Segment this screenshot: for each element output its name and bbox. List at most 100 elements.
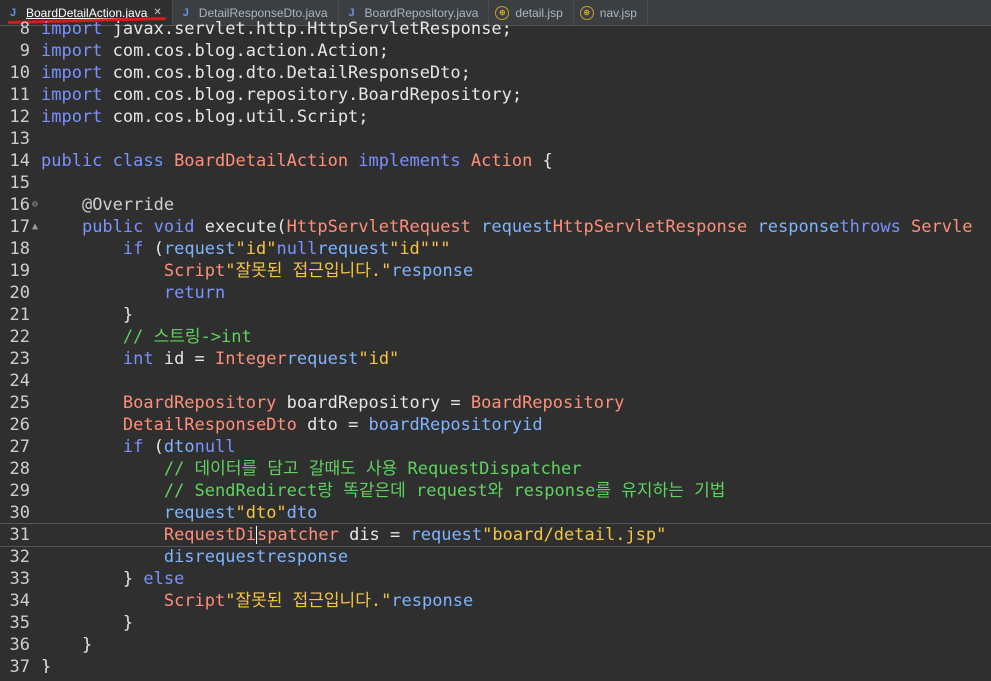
code-token: Script <box>163 261 226 281</box>
code-line[interactable]: 31 RequestDispatcher dis = request"board… <box>0 523 991 547</box>
code-text: public void execute(HttpServletRequest r… <box>41 216 973 238</box>
code-line[interactable]: 34 Script"잘못된 접근입니다."response <box>0 590 991 612</box>
code-line[interactable]: 29 // SendRedirect랑 똑같은데 request와 respon… <box>0 480 991 502</box>
code-editor[interactable]: 8 import javax.servlet.http.HttpServletRe… <box>0 18 991 673</box>
code-line[interactable]: 24 <box>0 370 991 392</box>
code-token: "잘못된 접근입니다." <box>225 591 392 611</box>
code-token: implements <box>348 151 471 171</box>
code-line[interactable]: 13 <box>0 128 991 150</box>
code-line[interactable]: 17 ▲ public void execute(HttpServletReque… <box>0 216 991 238</box>
line-number: 12 <box>9 107 30 127</box>
line-number: 24 <box>9 371 30 391</box>
line-number: 8 <box>19 19 30 39</box>
code-token: response <box>391 261 474 281</box>
line-number: 14 <box>9 151 30 171</box>
code-line[interactable]: 15 <box>0 172 991 194</box>
code-line[interactable]: 21 } <box>0 304 991 326</box>
line-number: 25 <box>9 393 30 413</box>
override-marker-icon[interactable]: ▲ <box>30 216 40 238</box>
code-token: // 데이터를 담고 갈때도 사용 RequestDispatcher <box>163 459 582 479</box>
code-token: } <box>41 569 144 589</box>
code-token: execute( <box>204 217 287 237</box>
line-number: 23 <box>9 349 30 369</box>
code-line[interactable]: 20 return <box>0 282 991 304</box>
code-line[interactable]: 10 import com.cos.blog.dto.DetailResponse… <box>0 62 991 84</box>
code-token: id = <box>163 349 216 369</box>
code-line[interactable]: 30 request"dto"dto <box>0 502 991 524</box>
code-text: } <box>41 634 92 656</box>
code-token: response <box>266 547 349 567</box>
code-line[interactable]: 9 import com.cos.blog.action.Action; <box>0 40 991 62</box>
code-token: Integer <box>215 349 287 369</box>
line-number: 35 <box>9 613 30 633</box>
code-token: request <box>194 547 267 567</box>
code-line[interactable]: 25 BoardRepository boardRepository = Boa… <box>0 392 991 414</box>
code-token: Script <box>163 591 226 611</box>
code-token: import <box>41 85 113 105</box>
code-line[interactable]: 23 int id = Integerrequest"id" <box>0 348 991 370</box>
code-token: public void <box>81 217 205 237</box>
code-text: if (dtonull <box>41 436 236 458</box>
code-line[interactable]: 33 } else <box>0 568 991 590</box>
code-line[interactable]: 36 } <box>0 634 991 656</box>
code-token: request <box>163 503 236 523</box>
code-token: import <box>41 63 113 83</box>
code-token: BoardRepository <box>470 393 625 413</box>
line-number: 16 <box>9 195 30 215</box>
code-line[interactable]: 35 } <box>0 612 991 634</box>
code-line[interactable]: 14 public class BoardDetailAction impleme… <box>0 150 991 172</box>
line-number: 10 <box>9 63 30 83</box>
code-text: Script"잘못된 접근입니다."response <box>41 590 473 612</box>
code-token: com.cos.blog.action.Action; <box>112 41 389 61</box>
code-text: request"dto"dto <box>41 502 318 524</box>
code-token: response <box>391 591 474 611</box>
code-text: import com.cos.blog.repository.BoardRepo… <box>41 84 522 106</box>
code-line[interactable]: 18 if (request"id"nullrequest"id""" <box>0 238 991 260</box>
code-line[interactable]: 8 import javax.servlet.http.HttpServletRe… <box>0 18 991 40</box>
line-number: 32 <box>9 547 30 567</box>
code-token: HttpServletRequest <box>286 217 482 237</box>
code-token: dis = <box>349 525 411 545</box>
code-line[interactable]: 28 // 데이터를 담고 갈때도 사용 RequestDispatcher <box>0 458 991 480</box>
line-number: 11 <box>9 85 30 105</box>
line-number: 28 <box>9 459 30 479</box>
line-number: 34 <box>9 591 30 611</box>
code-token: null <box>276 239 318 259</box>
line-number: 18 <box>9 239 30 259</box>
code-text: // SendRedirect랑 똑같은데 request와 response를… <box>41 480 726 502</box>
code-line[interactable]: 16 ⊖ @Override <box>0 194 991 216</box>
code-token: } <box>41 613 134 633</box>
code-line[interactable]: 27 if (dtonull <box>0 436 991 458</box>
code-text: if (request"id"nullrequest"id""" <box>41 238 451 260</box>
code-token: else <box>143 569 185 589</box>
line-number: 22 <box>9 327 30 347</box>
code-line[interactable]: 12 import com.cos.blog.util.Script; <box>0 106 991 128</box>
code-token: BoardRepository <box>122 393 287 413</box>
code-line[interactable]: 32 disrequestresponse <box>0 546 991 568</box>
fold-collapse-icon[interactable]: ⊖ <box>30 194 40 216</box>
code-token: dis <box>163 547 195 567</box>
code-token: id <box>522 415 543 435</box>
code-text: import com.cos.blog.util.Script; <box>41 106 369 128</box>
line-number: 27 <box>9 437 30 457</box>
code-token: int <box>122 349 164 369</box>
code-token: } <box>41 305 134 325</box>
code-line[interactable]: 22 // 스트링->int <box>0 326 991 348</box>
code-line[interactable]: 37} <box>0 656 991 673</box>
code-token: import <box>41 41 113 61</box>
code-text: } else <box>41 568 184 590</box>
code-token: import <box>41 107 113 127</box>
code-token: BoardDetailAction <box>174 151 349 171</box>
code-line[interactable]: 19 Script"잘못된 접근입니다."response <box>0 260 991 282</box>
code-token: "id" <box>358 349 400 369</box>
line-number: 36 <box>9 635 30 655</box>
code-line[interactable]: 11 import com.cos.blog.repository.BoardRe… <box>0 84 991 106</box>
code-token: request <box>163 239 236 259</box>
code-line[interactable]: 26 DetailResponseDto dto = boardReposito… <box>0 414 991 436</box>
code-text: // 데이터를 담고 갈때도 사용 RequestDispatcher <box>41 458 582 480</box>
